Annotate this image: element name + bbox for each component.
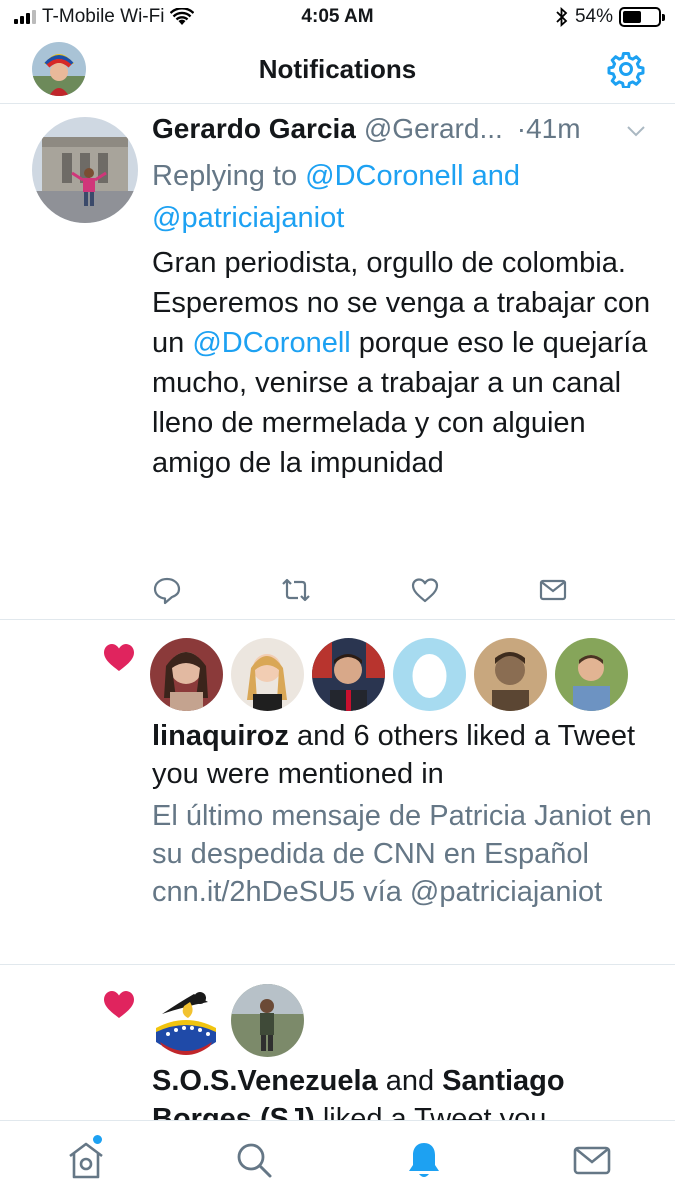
tweet-author-avatar[interactable]: [32, 117, 138, 223]
notification-actor[interactable]: S.O.S.Venezuela: [152, 1065, 378, 1097]
liker-avatars: [150, 984, 304, 1057]
tab-bar: [0, 1120, 675, 1200]
tweet-author-handle[interactable]: @Gerard...: [364, 113, 503, 145]
heart-icon: [104, 991, 134, 1018]
header: Notifications: [0, 36, 675, 104]
notification-action: liked a Tweet you: [314, 1103, 547, 1120]
avatar[interactable]: [474, 638, 547, 711]
mention-link[interactable]: @DCoronell: [192, 327, 350, 359]
tweet[interactable]: Gerardo Garcia @Gerard... ·41m Replying …: [0, 105, 675, 620]
tweet-actions: [152, 575, 572, 605]
notification-and: and: [377, 1065, 443, 1097]
page-title: Notifications: [258, 54, 417, 84]
replying-to: Replying to @DCoronell and @patriciajani…: [152, 155, 642, 239]
tweet-header: Gerardo Garcia @Gerard... ·41m: [152, 113, 647, 145]
reply-icon[interactable]: [152, 575, 182, 605]
home-icon[interactable]: [66, 1139, 106, 1181]
status-right: 54%: [555, 6, 665, 28]
tweet-text: Gran periodista, orgullo de colombia. Es…: [152, 243, 652, 483]
notification-actor[interactable]: linaquiroz: [152, 720, 289, 752]
new-activity-dot: [93, 1135, 102, 1144]
liker-avatars: [150, 638, 628, 711]
like-icon[interactable]: [410, 575, 440, 605]
like-notification[interactable]: linaquiroz and 6 others liked a Tweet yo…: [0, 621, 675, 965]
status-bar: T-Mobile Wi-Fi 4:05 AM 54%: [0, 0, 675, 36]
direct-message-icon[interactable]: [538, 575, 568, 605]
tweet-author-name[interactable]: Gerardo Garcia: [152, 113, 356, 145]
search-icon[interactable]: [234, 1139, 274, 1181]
avatar[interactable]: [555, 638, 628, 711]
notification-text: S.O.S.Venezuela and Santiago Borges (SJ)…: [152, 1062, 652, 1120]
battery-percent: 54%: [574, 6, 613, 27]
avatar[interactable]: [231, 984, 304, 1057]
tweet-preview[interactable]: El último mensaje de Patricia Janiot en …: [152, 797, 652, 911]
chevron-down-icon[interactable]: [625, 123, 647, 139]
like-notification[interactable]: S.O.S.Venezuela and Santiago Borges (SJ)…: [0, 966, 675, 1120]
notifications-bell-icon[interactable]: [404, 1139, 444, 1181]
heart-icon: [104, 644, 134, 671]
avatar[interactable]: [150, 638, 223, 711]
tweet-timestamp: ·41m: [516, 113, 581, 144]
notification-text: linaquiroz and 6 others liked a Tweet yo…: [152, 717, 652, 793]
avatar[interactable]: [393, 638, 466, 711]
avatar[interactable]: [312, 638, 385, 711]
mention-link[interactable]: @DCoronell: [305, 160, 463, 192]
replying-to-and: and: [463, 160, 520, 192]
bluetooth-icon: [556, 7, 568, 27]
avatar[interactable]: [150, 984, 223, 1057]
avatar[interactable]: [231, 638, 304, 711]
messages-icon[interactable]: [572, 1139, 612, 1181]
mention-link[interactable]: @patriciajaniot: [152, 202, 344, 234]
battery-icon: [619, 7, 665, 27]
replying-to-label: Replying to: [152, 160, 306, 192]
battery-fill: [623, 11, 642, 23]
retweet-icon[interactable]: [280, 575, 312, 605]
gear-icon[interactable]: [607, 50, 645, 88]
